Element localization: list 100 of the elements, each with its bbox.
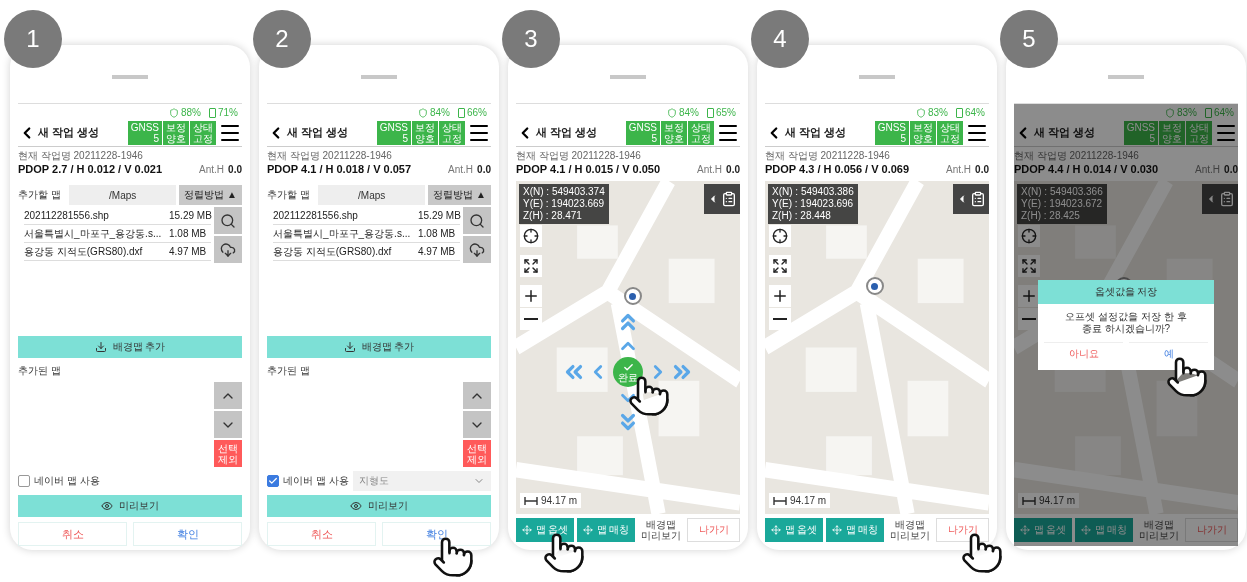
signal-text: 84%: [678, 107, 699, 118]
crosshair-icon: [772, 228, 788, 244]
battery-text: 64%: [1214, 107, 1234, 118]
zoom-out-button[interactable]: [520, 308, 542, 330]
locate-button[interactable]: [520, 225, 542, 247]
minus-icon: [524, 318, 538, 320]
gnss-label: GNSS: [1126, 121, 1155, 133]
battery-icon: [1205, 107, 1212, 118]
coordinate-text: Z(H) : 28.448: [772, 210, 832, 222]
antenna-value: 0.0: [726, 164, 740, 175]
gnss-value: 5: [401, 132, 408, 144]
cancel-button[interactable]: 취소: [18, 522, 127, 546]
fit-extent-button[interactable]: [769, 255, 791, 277]
battery-icon: [209, 107, 216, 118]
zoom-out-button[interactable]: [769, 308, 791, 330]
zoom-in-button[interactable]: [769, 285, 791, 307]
file-name[interactable]: 용강동 지적도(GRS80).dxf: [273, 244, 418, 259]
search-button[interactable]: [463, 207, 491, 234]
signal-text: 83%: [1176, 107, 1197, 118]
sort-button[interactable]: 정렬방법 ▲: [179, 185, 242, 205]
step-number: 4: [751, 10, 809, 68]
battery-text: 71%: [218, 107, 238, 118]
cloud-download-button[interactable]: [463, 236, 491, 263]
side-panel-toggle[interactable]: [1202, 184, 1238, 214]
fit-extent-button[interactable]: [520, 255, 542, 277]
precision-text: PDOP 4.3 / H 0.056 / V 0.069: [765, 163, 911, 175]
file-name[interactable]: 용강동 지적도(GRS80).dxf: [24, 244, 169, 259]
gnss-value: 5: [1148, 132, 1155, 144]
exit-button[interactable]: 나가기: [1185, 518, 1238, 542]
clipboard-icon: [970, 191, 986, 207]
antenna-label: Ant.H: [946, 164, 972, 175]
map-type-dropdown[interactable]: 지형도: [352, 471, 491, 491]
zoom-in-button[interactable]: [1018, 285, 1040, 307]
map-offset-button[interactable]: 맵 옵셋: [765, 518, 823, 542]
add-background-map-button[interactable]: 배경맵 추가: [267, 336, 491, 358]
scale-bar: 94.17 m: [769, 493, 831, 508]
cloud-download-button[interactable]: [214, 236, 242, 263]
gnss-label: 상태: [1189, 121, 1209, 133]
map-offset-button[interactable]: 맵 옵셋: [1014, 518, 1072, 542]
file-size: 4.97 MB: [418, 246, 457, 257]
job-name-text: 현재 작업명 20211228-1946: [516, 149, 642, 163]
gnss-label: 상태: [193, 121, 213, 133]
checkbox-label: 네이버 맵 사용: [34, 474, 100, 488]
cloud-download-icon: [469, 241, 485, 258]
battery-icon: [956, 107, 963, 118]
scale-ruler-icon: [1022, 496, 1036, 505]
move-icon: [582, 525, 593, 535]
antenna-value: 0.0: [228, 164, 242, 175]
gnss-value: 고정: [193, 132, 213, 144]
preview-button[interactable]: 미리보기: [18, 495, 242, 517]
checkbox[interactable]: [18, 475, 30, 487]
gnss-label: GNSS: [628, 121, 657, 133]
gnss-label: 상태: [691, 121, 711, 133]
file-name[interactable]: 202112281556.shp: [24, 210, 169, 221]
side-panel-toggle[interactable]: [953, 184, 989, 214]
cancel-button[interactable]: 취소: [267, 522, 376, 546]
file-name[interactable]: 서울특별시_마포구_용강동.s...: [24, 226, 169, 241]
map-matching-button[interactable]: 맵 매칭: [577, 518, 635, 542]
zoom-in-button[interactable]: [520, 285, 542, 307]
file-name[interactable]: 202112281556.shp: [273, 210, 418, 221]
screen-title: 새 작업 생성: [785, 125, 848, 140]
gnss-label: GNSS: [379, 121, 408, 133]
download-icon: [94, 341, 107, 353]
remove-selected-button[interactable]: 선택 제외: [214, 440, 242, 467]
signal-text: 84%: [429, 107, 450, 118]
file-name[interactable]: 서울특별시_마포구_용강동.s...: [273, 226, 418, 241]
coordinate-text: Z(H) : 28.425: [1021, 210, 1081, 222]
dialog-message: 종료 하시겠습니까?: [1081, 323, 1171, 335]
section-label: 추가된 맵: [267, 364, 311, 378]
sort-button[interactable]: 정렬방법 ▲: [428, 185, 491, 205]
exit-button[interactable]: 나가기: [687, 518, 740, 542]
search-icon: [220, 212, 236, 229]
gnss-value: 양호: [415, 132, 435, 144]
add-background-map-button[interactable]: 배경맵 추가: [18, 336, 242, 358]
search-icon: [469, 212, 485, 229]
antenna-label: Ant.H: [199, 164, 225, 175]
dialog-message: 오프셋 설정값을 저장 한 후: [1065, 311, 1187, 323]
check-icon: [268, 476, 278, 486]
remove-selected-button[interactable]: 선택 제외: [463, 440, 491, 467]
step-number: 3: [502, 10, 560, 68]
scale-bar: 94.17 m: [520, 493, 582, 508]
clipboard-icon: [721, 191, 737, 207]
precision-text: PDOP 2.7 / H 0.012 / V 0.021: [18, 163, 164, 175]
zoom-out-button[interactable]: [1018, 308, 1040, 330]
search-button[interactable]: [214, 207, 242, 234]
coordinate-text: Y(E) : 194023.672: [1021, 198, 1103, 210]
file-size: 4.97 MB: [169, 246, 208, 257]
checkbox[interactable]: [267, 475, 279, 487]
locate-button[interactable]: [769, 225, 791, 247]
file-size: 1.08 MB: [169, 228, 208, 239]
speaker-icon: [859, 75, 895, 79]
map-matching-button[interactable]: 맵 매칭: [1075, 518, 1133, 542]
confirm-button[interactable]: 확인: [133, 522, 242, 546]
speaker-icon: [610, 75, 646, 79]
battery-icon: [707, 107, 714, 118]
map-matching-button[interactable]: 맵 매칭: [826, 518, 884, 542]
side-panel-toggle[interactable]: [704, 184, 740, 214]
step-number: 2: [253, 10, 311, 68]
shield-icon: [915, 107, 926, 118]
preview-button[interactable]: 미리보기: [267, 495, 491, 517]
